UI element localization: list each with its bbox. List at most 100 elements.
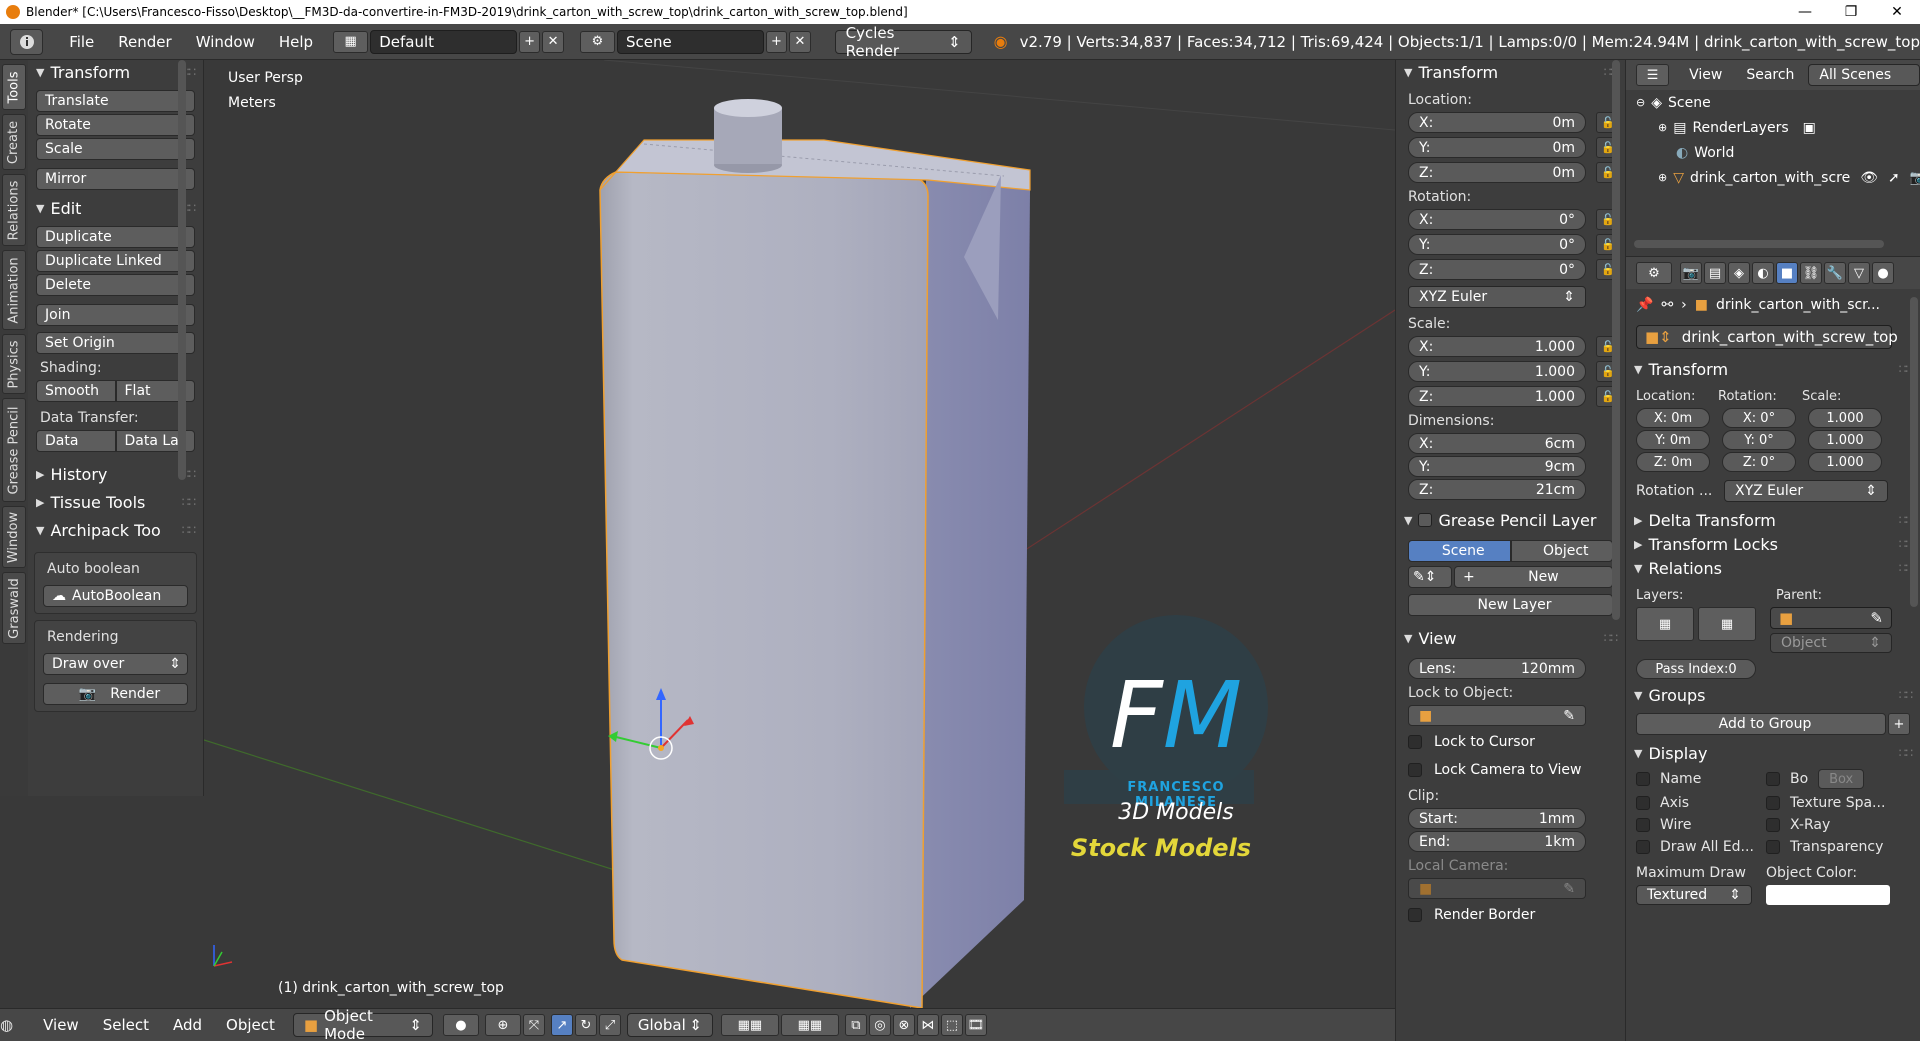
- transparency-checkbox[interactable]: [1766, 840, 1780, 854]
- delete-button[interactable]: Delete: [36, 274, 195, 296]
- tab-animation[interactable]: Animation: [2, 250, 26, 330]
- editor-type-info-icon[interactable]: [10, 28, 44, 55]
- editor-type-outliner-icon[interactable]: ☰: [1636, 64, 1670, 86]
- display-axis-option[interactable]: Axis: [1636, 795, 1766, 811]
- rotation-x-field[interactable]: X: 0°: [1408, 209, 1586, 230]
- draw-over-dropdown[interactable]: Draw over ⇕: [43, 653, 188, 675]
- material-context-icon[interactable]: ●: [1872, 262, 1894, 284]
- obj-location-x[interactable]: X: 0m: [1636, 408, 1710, 428]
- editor-type-3d-icon[interactable]: ◍: [0, 1016, 13, 1034]
- lock-to-cursor-row[interactable]: Lock to Cursor: [1396, 728, 1625, 756]
- tab-graswald[interactable]: Graswald: [2, 572, 26, 644]
- tab-physics[interactable]: Physics: [2, 334, 26, 394]
- gp-scene-button[interactable]: Scene: [1408, 540, 1511, 562]
- parent-type-dropdown[interactable]: Object ⇕: [1770, 633, 1892, 653]
- minimize-button[interactable]: —: [1782, 4, 1828, 20]
- panel-transform-header[interactable]: ▼ Transform ∷∷: [28, 60, 203, 84]
- panel-tissue-header[interactable]: ▶ Tissue Tools ∷∷: [28, 490, 203, 514]
- tab-tools[interactable]: Tools: [2, 64, 26, 110]
- outliner-menu-search[interactable]: Search: [1734, 67, 1806, 83]
- render-engine-dropdown[interactable]: Cycles Render ⇕: [834, 24, 972, 60]
- scale-x-field[interactable]: X: 1.000: [1408, 336, 1586, 357]
- remove-scene-icon[interactable]: ✕: [789, 30, 811, 53]
- outliner-hscrollbar[interactable]: [1634, 240, 1884, 248]
- obj-transform-header[interactable]: ▼ Transform ∷∷: [1626, 357, 1920, 381]
- transform-locks-header[interactable]: ▶ Transform Locks ∷∷: [1626, 532, 1920, 556]
- grease-pencil-layer-header[interactable]: ▼ Grease Pencil Layer: [1396, 508, 1625, 532]
- menu-file[interactable]: File: [57, 33, 106, 51]
- properties-scrollbar[interactable]: [1910, 297, 1918, 607]
- obj-scale-x[interactable]: 1.000: [1808, 408, 1882, 428]
- toolshelf-scrollbar[interactable]: [178, 60, 186, 480]
- opengl-render-icon[interactable]: ⬚: [940, 1014, 963, 1036]
- axis-checkbox[interactable]: [1636, 796, 1650, 810]
- lock-camera-row[interactable]: Lock Camera to View: [1396, 756, 1625, 784]
- visibility-eye-icon[interactable]: 👁: [1860, 170, 1878, 186]
- n-view-header[interactable]: ▼ View ∷∷: [1396, 626, 1625, 650]
- join-button[interactable]: Join: [36, 304, 195, 326]
- layers-grid-1-icon[interactable]: ▦▦: [720, 1014, 779, 1036]
- display-name-option[interactable]: Name: [1636, 769, 1766, 789]
- display-wire-option[interactable]: Wire: [1636, 817, 1766, 833]
- translate-manipulator-icon[interactable]: ↗: [550, 1014, 573, 1036]
- n-transform-header[interactable]: ▼ Transform ∷∷: [1396, 60, 1625, 84]
- groups-header[interactable]: ▼ Groups ∷∷: [1626, 683, 1920, 707]
- local-camera-field[interactable]: ■ ✎: [1408, 878, 1586, 899]
- scale-y-field[interactable]: Y: 1.000: [1408, 361, 1586, 382]
- translate-button[interactable]: Translate: [36, 90, 195, 112]
- scale-button[interactable]: Scale: [36, 138, 195, 160]
- render-layers-context-icon[interactable]: ▤: [1704, 262, 1726, 284]
- duplicate-button[interactable]: Duplicate: [36, 226, 195, 248]
- lock-camera-checkbox[interactable]: [1408, 763, 1422, 777]
- rotate-button[interactable]: Rotate: [36, 114, 195, 136]
- new-layer-button[interactable]: New Layer: [1408, 594, 1613, 616]
- display-xray-option[interactable]: X-Ray: [1766, 817, 1906, 833]
- menu-object[interactable]: Object: [214, 1016, 287, 1034]
- panel-edit-header[interactable]: ▼ Edit ∷∷: [28, 196, 203, 220]
- close-button[interactable]: ✕: [1874, 4, 1920, 20]
- display-mode-dropdown[interactable]: All Scenes: [1808, 64, 1920, 86]
- pin-icon[interactable]: 📌: [1636, 297, 1653, 313]
- renderable-camera-icon[interactable]: 📷: [1910, 170, 1920, 186]
- rotation-mode-dropdown[interactable]: XYZ Euler ⇕: [1408, 286, 1586, 308]
- render-button[interactable]: 📷 Render: [43, 683, 188, 705]
- add-to-group-button[interactable]: Add to Group: [1636, 713, 1886, 735]
- panel-archipack-header[interactable]: ▼ Archipack Too ∷∷: [28, 518, 203, 542]
- auto-boolean-button[interactable]: ☁ AutoBoolean: [43, 585, 188, 607]
- lock-to-object-field[interactable]: ■ ✎: [1408, 705, 1586, 726]
- tab-create[interactable]: Create: [2, 114, 26, 170]
- obj-rotation-z[interactable]: Z: 0°: [1722, 452, 1796, 472]
- eyedropper-icon[interactable]: ✎: [1870, 609, 1883, 627]
- layers-grid-a-icon[interactable]: ▦: [1636, 607, 1694, 641]
- menu-view[interactable]: View: [31, 1016, 91, 1034]
- mode-dropdown[interactable]: ■ Object Mode ⇕: [292, 1007, 433, 1041]
- texture-space-checkbox[interactable]: [1766, 796, 1780, 810]
- location-z-field[interactable]: Z: 0m: [1408, 162, 1586, 183]
- rotate-manipulator-icon[interactable]: ↻: [574, 1014, 597, 1036]
- menu-help[interactable]: Help: [267, 33, 325, 51]
- grip-icon[interactable]: ∷∷: [1604, 631, 1618, 645]
- display-bounds-option[interactable]: Bo Box: [1766, 769, 1906, 789]
- collapse-icon[interactable]: ⊖: [1636, 96, 1645, 109]
- rotation-z-field[interactable]: Z: 0°: [1408, 259, 1586, 280]
- render-animation-icon[interactable]: 🎞: [964, 1014, 987, 1036]
- obj-scale-y[interactable]: 1.000: [1808, 430, 1882, 450]
- tab-window[interactable]: Window: [2, 506, 26, 568]
- duplicate-linked-button[interactable]: Duplicate Linked: [36, 250, 195, 272]
- modifiers-context-icon[interactable]: 🔧: [1824, 262, 1846, 284]
- 3d-viewport[interactable]: User Persp Meters (1) drink_carton_with_…: [204, 60, 1395, 1008]
- dimension-y-field[interactable]: Y: 9cm: [1408, 456, 1586, 477]
- obj-scale-z[interactable]: 1.000: [1808, 452, 1882, 472]
- location-y-field[interactable]: Y: 0m: [1408, 137, 1586, 158]
- pass-index-field[interactable]: Pass Index:0: [1636, 659, 1756, 679]
- xray-checkbox[interactable]: [1766, 818, 1780, 832]
- menu-window[interactable]: Window: [184, 33, 267, 51]
- snap-icon[interactable]: ⊗: [892, 1014, 915, 1036]
- panel-history-header[interactable]: ▶ History ∷∷: [28, 462, 203, 486]
- outliner-item-carton[interactable]: ⊕ ▽ drink_carton_with_scre 👁 ➚ 📷: [1626, 165, 1920, 190]
- scene-selector-icon[interactable]: ⚙: [579, 30, 615, 53]
- scene-context-icon[interactable]: ◈: [1728, 262, 1750, 284]
- data-context-icon[interactable]: ▽: [1848, 262, 1870, 284]
- add-screen-icon[interactable]: +: [518, 30, 541, 53]
- lock-to-cursor-checkbox[interactable]: [1408, 735, 1422, 749]
